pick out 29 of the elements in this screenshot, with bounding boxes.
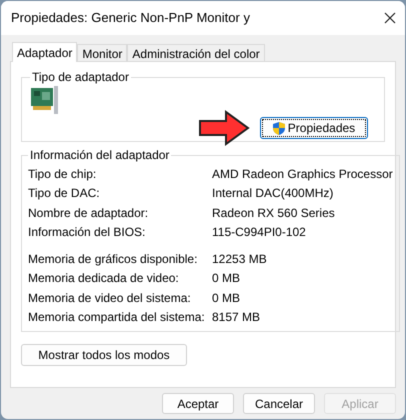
info-label: Memoria compartida del sistema:	[28, 309, 206, 326]
dialog-button[interactable]: Aceptar	[162, 393, 234, 414]
info-value: Internal DAC(400MHz)	[212, 185, 334, 202]
group-title: Tipo de adaptador	[31, 69, 130, 86]
info-label: Tipo de chip:	[28, 166, 98, 183]
info-value: 115-C994PI0-102	[212, 224, 306, 242]
info-label: Información del BIOS:	[28, 224, 146, 242]
info-label: Memoria de video del sistema:	[28, 290, 192, 307]
properties-button[interactable]: Propiedades	[260, 117, 368, 139]
arrow-icon	[198, 110, 250, 146]
group-title: Información del adaptador	[29, 147, 170, 164]
info-label: Tipo de DAC:	[28, 185, 101, 202]
info-label: Memoria dedicada de video:	[28, 270, 180, 288]
tab[interactable]: Administración del color	[127, 44, 265, 61]
info-value: 8157 MB	[212, 309, 260, 326]
info-value: Radeon RX 560 Series	[212, 204, 335, 222]
show-all-modes-button[interactable]: Mostrar todos los modos	[21, 344, 187, 366]
info-value: AMD Radeon Graphics Processor	[212, 166, 393, 183]
window-title: Propiedades: Generic Non-PnP Monitor y	[11, 9, 250, 28]
info-label: Nombre de adaptador:	[28, 204, 150, 222]
info-value: 0 MB	[212, 290, 240, 307]
info-value: 12253 MB	[212, 250, 267, 268]
close-icon[interactable]	[383, 11, 397, 25]
info-value: 0 MB	[212, 270, 240, 288]
tab[interactable]: Monitor	[77, 44, 128, 61]
info-label: Memoria de gráficos disponible:	[28, 250, 198, 268]
dialog-button[interactable]: Cancelar	[243, 393, 315, 414]
tab[interactable]: Adaptador	[12, 42, 78, 62]
shield-icon	[272, 122, 285, 134]
